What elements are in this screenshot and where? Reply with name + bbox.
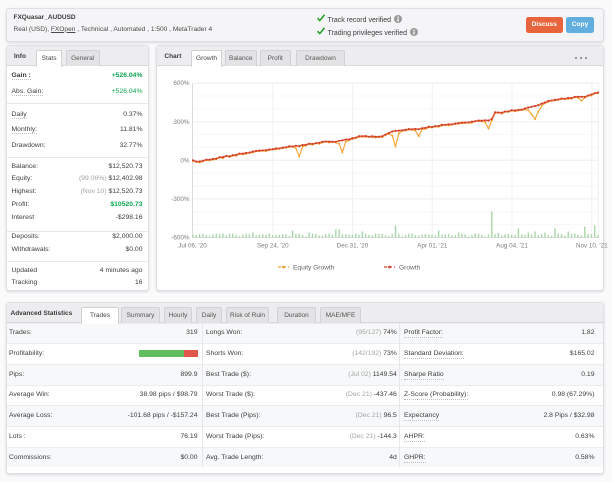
svg-text:Dec 31, '20: Dec 31, '20 [337, 242, 369, 249]
svg-text:300%: 300% [173, 119, 190, 126]
svg-text:Nov 10, '21: Nov 10, '21 [576, 242, 608, 249]
svg-text:Equity Growth: Equity Growth [293, 265, 335, 272]
svg-text:Aug 04, '21: Aug 04, '21 [496, 242, 528, 249]
svg-text:-600%: -600% [171, 235, 190, 242]
svg-text:Apr 01, '21: Apr 01, '21 [417, 242, 448, 249]
svg-text:Sep 24, '20: Sep 24, '20 [257, 242, 289, 249]
svg-text:Jul 06, '20: Jul 06, '20 [178, 242, 207, 249]
svg-text:0%: 0% [180, 157, 190, 164]
svg-text:Growth: Growth [399, 265, 421, 272]
svg-text:-300%: -300% [171, 196, 190, 203]
svg-text:600%: 600% [173, 80, 190, 87]
